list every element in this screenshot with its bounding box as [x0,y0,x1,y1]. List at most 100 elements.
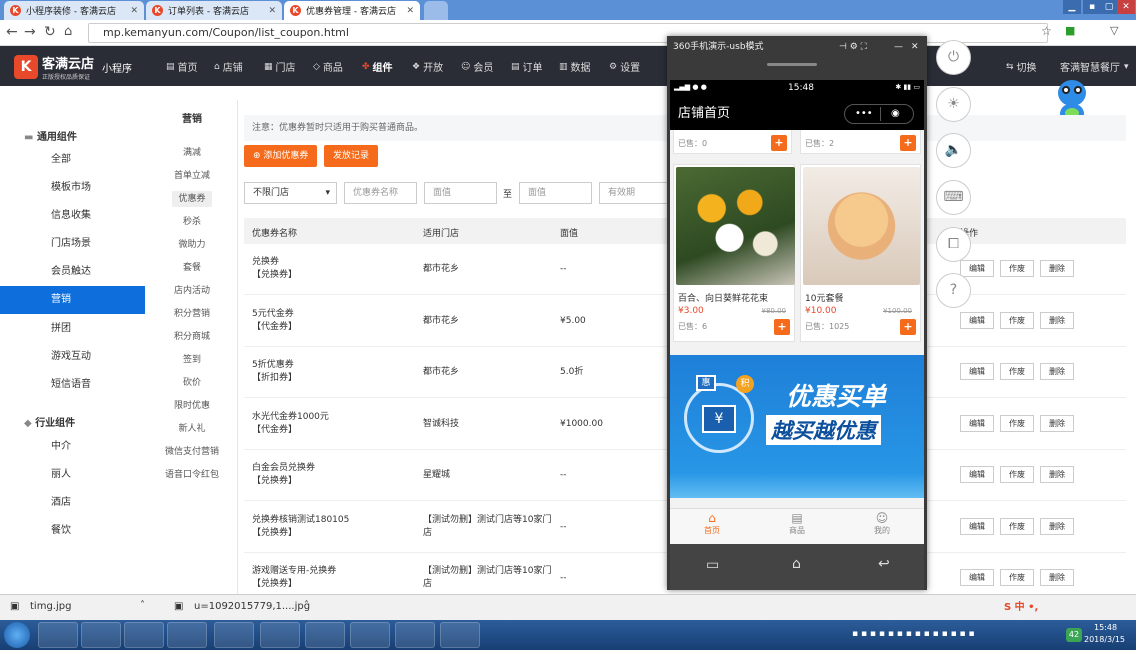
edit-button[interactable]: 编辑 [960,363,994,380]
delete-button[interactable]: 删除 [1040,260,1074,277]
more-icon[interactable]: ••• [855,105,873,123]
extension-icon[interactable]: ■ [1065,24,1075,37]
folder-icon[interactable] [124,622,164,648]
app-icon[interactable] [440,622,480,648]
edit-button[interactable]: 编辑 [960,517,994,535]
value-min-input[interactable]: 面值 [424,182,497,204]
obs-icon[interactable] [350,622,390,648]
switch-button[interactable]: ⇆ 切换 [1006,59,1037,75]
sidebar-item-templates[interactable]: 模板市场 [0,174,145,202]
download-item[interactable]: u=1092015779,1....jpg [194,601,310,612]
close-window-icon[interactable]: ✕ [1117,0,1135,14]
delete-button[interactable]: 删除 [1040,363,1074,380]
submenu-item[interactable]: 限时优惠 [146,398,238,411]
bookmark-star-icon[interactable]: ☆ [1041,24,1052,38]
sidebar-item-info[interactable]: 信息收集 [0,202,145,230]
submenu-item[interactable]: 积分商城 [146,329,238,342]
submenu-item[interactable]: 砍价 [146,375,238,388]
tab-home[interactable]: ⌂ 首页 [670,509,754,545]
app-icon[interactable] [167,622,207,648]
void-button[interactable]: 作废 [1000,569,1034,586]
account-menu[interactable]: 客满智慧餐厅 ▾ [1060,59,1132,75]
clock-date[interactable]: 2018/3/15 [1084,635,1125,644]
nav-store[interactable]: ▦ 门店 [264,59,296,75]
close-icon[interactable]: ✕ [406,6,414,16]
store-select[interactable]: 不限门店 ▾ [244,182,337,204]
app-icon[interactable] [395,622,435,648]
sidebar-item-sms[interactable]: 短信语音 [0,371,145,399]
submenu-item[interactable]: 微信支付营销 [146,444,238,457]
coupon-name-input[interactable]: 优惠券名称 [344,182,417,204]
nav-home[interactable]: ▤ 首页 [166,59,198,75]
sogou-ime-icon[interactable]: S 中 •, [1004,598,1038,613]
submenu-item[interactable]: 秒杀 [146,214,238,227]
edit-button[interactable]: 编辑 [960,311,994,329]
edit-button[interactable]: 编辑 [960,569,994,586]
back-icon[interactable]: ↩ [878,556,890,572]
distribution-record-button[interactable]: 发放记录 [324,145,379,167]
close-icon[interactable]: ✕ [130,6,138,16]
sidebar-item-catering[interactable]: 餐饮 [0,517,145,545]
delete-button[interactable]: 删除 [1040,414,1074,432]
add-cart-icon[interactable]: + [771,135,787,151]
browser-tab-active[interactable]: K 优惠券管理 - 客满云店 ✕ [284,1,420,20]
menu-icon[interactable]: ▽ [1110,24,1118,37]
maximize-icon[interactable]: ▢ [1100,0,1118,14]
sidebar-item-games[interactable]: 游戏互动 [0,343,145,371]
sidebar-item-agency[interactable]: 中介 [0,433,145,461]
tray-badge[interactable]: 42 [1066,628,1082,642]
delete-button[interactable]: 删除 [1040,466,1074,483]
promo-banner[interactable]: ¥ 惠 积 优惠买单 越买越优惠 [670,355,924,498]
delete-button[interactable]: 删除 [1040,517,1074,535]
reload-icon[interactable]: ↻ [44,24,56,40]
minimize-icon[interactable]: — [894,36,903,58]
clock-time[interactable]: 15:48 [1094,623,1117,632]
brightness-icon[interactable]: ☀ [936,87,971,122]
user-icon[interactable]: ▪ [1083,0,1101,14]
edit-button[interactable]: 编辑 [960,466,994,483]
void-button[interactable]: 作废 [1000,363,1034,380]
logo[interactable]: K 客满云店 正版授权品质保证 小程序 [14,53,132,81]
value-max-input[interactable]: 面值 [519,182,592,204]
validity-input[interactable]: 有效期 [599,182,667,204]
edit-button[interactable]: 编辑 [960,260,994,277]
submenu-item[interactable]: 新人礼 [146,421,238,434]
close-miniapp-icon[interactable]: ◉ [891,105,900,123]
void-button[interactable]: 作废 [1000,414,1034,432]
download-item[interactable]: timg.jpg [30,601,71,612]
recent-apps-icon[interactable]: ▭ [706,557,719,573]
product-card[interactable]: 已售：2 + [800,130,921,154]
chevron-up-icon[interactable]: ˄ [304,600,309,611]
sidebar-item-member-reach[interactable]: 会员触达 [0,258,145,286]
product-card[interactable]: 已售：0 + [673,130,792,154]
submenu-item[interactable]: 满减 [146,145,238,158]
back-icon[interactable]: ← [6,24,18,40]
delete-button[interactable]: 删除 [1040,311,1074,329]
chrome-icon[interactable] [260,622,300,648]
sidebar-item-hotel[interactable]: 酒店 [0,489,145,517]
nav-orders[interactable]: ▤ 订单 [511,59,543,75]
submenu-item[interactable]: 语音口令红包 [146,467,238,480]
home-icon[interactable]: ⌂ [792,556,801,572]
void-button[interactable]: 作废 [1000,466,1034,483]
add-cart-icon[interactable]: + [900,135,916,151]
home-icon[interactable]: ⌂ [64,24,72,39]
product-card[interactable]: 10元套餐 ¥10.00 ¥100.00 已售：1025 + [800,164,921,342]
nav-shop[interactable]: ⌂ 店铺 [214,59,243,75]
chevron-up-icon[interactable]: ˄ [140,600,145,611]
crop-icon[interactable]: ⧠ [936,227,971,262]
submenu-item[interactable]: 首单立减 [146,168,238,181]
volume-icon[interactable]: 🔈 [936,133,971,168]
close-icon[interactable]: ✕ [911,36,919,58]
tray-icons[interactable]: ▪ ▪ ▪ ▪ ▪ ▪ ▪ ▪ ▪ ▪ ▪ ▪ ▪ ▪ [852,629,975,639]
power-icon[interactable]: ⏻ [936,40,971,75]
add-coupon-button[interactable]: ⊕ 添加优惠券 [244,145,318,167]
void-button[interactable]: 作废 [1000,260,1034,277]
submenu-item[interactable]: 店内活动 [146,283,238,296]
void-button[interactable]: 作废 [1000,311,1034,329]
close-icon[interactable]: ✕ [268,6,276,16]
help-icon[interactable]: ? [936,273,971,308]
tab-goods[interactable]: ▤ 商品 [755,509,839,545]
new-tab-button[interactable] [424,1,448,20]
submenu-item[interactable]: 套餐 [146,260,238,273]
